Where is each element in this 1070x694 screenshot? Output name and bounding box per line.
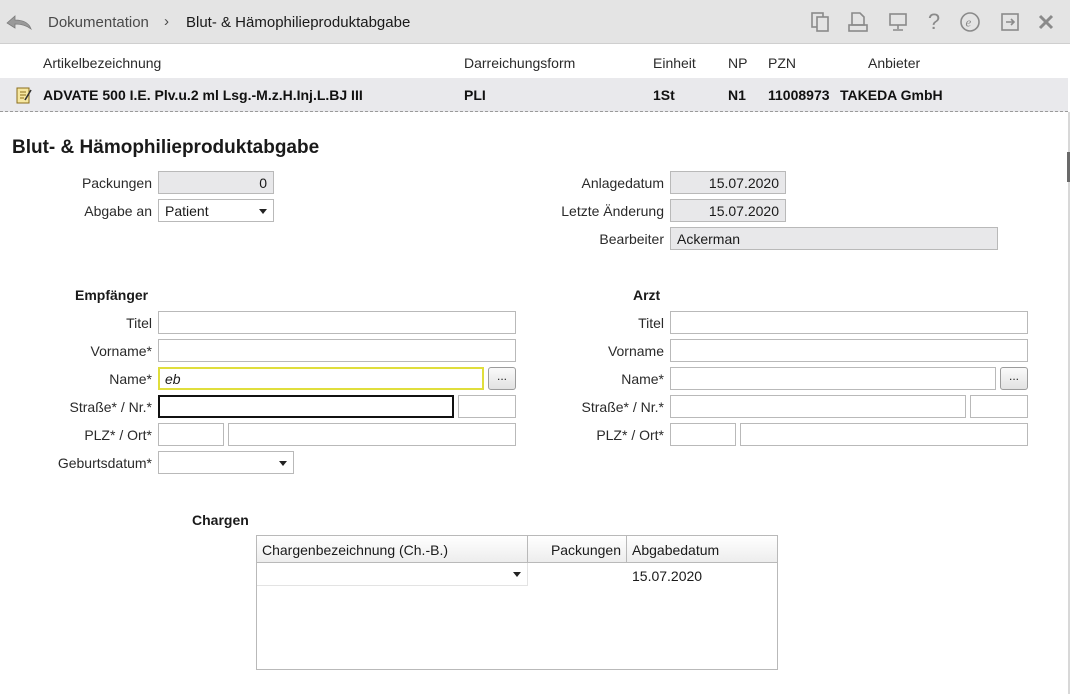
chevron-down-icon bbox=[513, 572, 521, 577]
recipient-number-field[interactable] bbox=[458, 395, 516, 418]
created-label: Anlagedatum bbox=[581, 175, 664, 191]
title-bar: Dokumentation › Blut- & Hämophilieproduk… bbox=[0, 0, 1070, 44]
col-header-batch[interactable]: Chargenbezeichnung (Ch.-B.) bbox=[257, 536, 528, 563]
recipient-birthdate-label: Geburtsdatum* bbox=[57, 455, 152, 471]
article-table-header: Artikelbezeichnung Darreichungsform Einh… bbox=[0, 44, 1070, 78]
recipient-firstname-field[interactable] bbox=[158, 339, 516, 362]
article-np: N1 bbox=[728, 87, 746, 103]
doctor-zip-label: PLZ* / Ort* bbox=[596, 427, 664, 443]
help-icon[interactable]: ? bbox=[922, 9, 946, 34]
print-preview-icon[interactable] bbox=[846, 10, 870, 34]
recipient-birthdate-picker[interactable] bbox=[158, 451, 294, 474]
col-header-packages[interactable]: Packungen bbox=[528, 536, 627, 563]
col-header-date[interactable]: Abgabedatum bbox=[627, 536, 777, 563]
recipient-zip-field[interactable] bbox=[158, 423, 224, 446]
recipient-title: Empfänger bbox=[75, 287, 149, 303]
batches-title: Chargen bbox=[192, 512, 249, 528]
doctor-name-label: Name* bbox=[621, 371, 664, 387]
edit-note-icon bbox=[16, 86, 32, 104]
chevron-down-icon bbox=[259, 209, 267, 214]
doctor-title: Arzt bbox=[633, 287, 661, 303]
doctor-number-field[interactable] bbox=[970, 395, 1028, 418]
doctor-street-label: Straße* / Nr.* bbox=[581, 399, 664, 415]
recipient-title-label: Titel bbox=[126, 315, 152, 331]
col-header-unit: Einheit bbox=[653, 55, 696, 71]
batches-table: Chargenbezeichnung (Ch.-B.) Packungen Ab… bbox=[256, 535, 778, 670]
recipient-lookup-button[interactable]: ... bbox=[488, 367, 516, 390]
article-supplier: TAKEDA GmbH bbox=[840, 87, 943, 103]
article-name: ADVATE 500 I.E. Plv.u.2 ml Lsg.-M.z.H.In… bbox=[43, 87, 363, 103]
recipient-street-label: Straße* / Nr.* bbox=[69, 399, 152, 415]
svg-text:e: e bbox=[966, 15, 972, 30]
page-title: Blut- & Hämophilieproduktabgabe bbox=[12, 137, 320, 158]
dispense-to-label: Abgabe an bbox=[84, 203, 152, 219]
recipient-street-field[interactable] bbox=[158, 395, 454, 418]
recipient-zip-label: PLZ* / Ort* bbox=[84, 427, 152, 443]
col-header-supplier: Anbieter bbox=[868, 55, 921, 71]
doctor-lookup-button[interactable]: ... bbox=[1000, 367, 1028, 390]
exit-window-icon[interactable] bbox=[998, 10, 1022, 34]
chevron-down-icon bbox=[279, 461, 287, 466]
changed-label: Letzte Änderung bbox=[561, 203, 664, 219]
doctor-city-field[interactable] bbox=[740, 423, 1028, 446]
doctor-title-field[interactable] bbox=[670, 311, 1028, 334]
article-row[interactable]: ADVATE 500 I.E. Plv.u.2 ml Lsg.-M.z.H.In… bbox=[0, 78, 1068, 112]
doctor-zip-field[interactable] bbox=[670, 423, 736, 446]
doctor-title-label: Titel bbox=[638, 315, 664, 331]
copy-icon[interactable] bbox=[808, 10, 832, 34]
editor-field[interactable] bbox=[670, 227, 998, 250]
batch-select[interactable] bbox=[257, 563, 528, 586]
col-header-name: Artikelbezeichnung bbox=[43, 55, 162, 71]
breadcrumb-current: Blut- & Hämophilieproduktabgabe bbox=[186, 14, 411, 31]
packages-label: Packungen bbox=[81, 175, 152, 191]
back-arrow-icon[interactable] bbox=[4, 10, 34, 34]
doctor-firstname-label: Vorname bbox=[607, 343, 664, 359]
breadcrumb-separator: › bbox=[164, 13, 169, 30]
recipient-city-field[interactable] bbox=[228, 423, 516, 446]
changed-date-field[interactable] bbox=[670, 199, 786, 222]
monitor-icon[interactable] bbox=[886, 10, 910, 34]
article-form: PLI bbox=[464, 87, 486, 103]
col-header-np: NP bbox=[728, 55, 748, 71]
editor-label: Bearbeiter bbox=[599, 231, 664, 247]
doctor-firstname-field[interactable] bbox=[670, 339, 1028, 362]
recipient-title-field[interactable] bbox=[158, 311, 516, 334]
created-date-field[interactable] bbox=[670, 171, 786, 194]
recipient-name-label: Name* bbox=[109, 371, 152, 387]
batch-date-cell[interactable]: 15.07.2020 bbox=[632, 568, 702, 584]
close-icon[interactable] bbox=[1034, 10, 1058, 34]
dispense-to-select[interactable]: Patient bbox=[158, 199, 274, 222]
recipient-name-field[interactable] bbox=[158, 367, 484, 390]
breadcrumb-parent[interactable]: Dokumentation bbox=[48, 14, 149, 31]
doctor-street-field[interactable] bbox=[670, 395, 966, 418]
article-pzn: 11008973 bbox=[768, 87, 830, 103]
packages-field[interactable] bbox=[158, 171, 274, 194]
e-icon[interactable]: e bbox=[958, 10, 982, 34]
recipient-firstname-label: Vorname* bbox=[90, 343, 152, 359]
article-unit: 1St bbox=[653, 87, 675, 103]
doctor-name-field[interactable] bbox=[670, 367, 996, 390]
dispense-to-value: Patient bbox=[165, 203, 209, 219]
col-header-pzn: PZN bbox=[768, 55, 796, 71]
col-header-form: Darreichungsform bbox=[464, 55, 576, 71]
